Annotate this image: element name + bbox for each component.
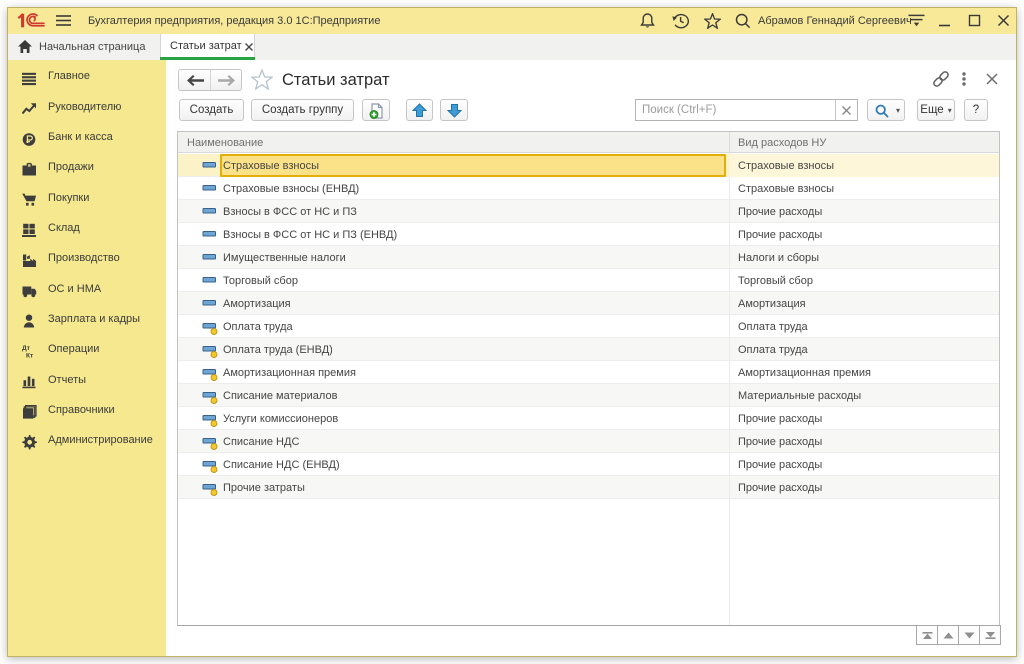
svg-text:Кт: Кт	[26, 352, 34, 359]
svg-text:Дт: Дт	[22, 345, 31, 352]
